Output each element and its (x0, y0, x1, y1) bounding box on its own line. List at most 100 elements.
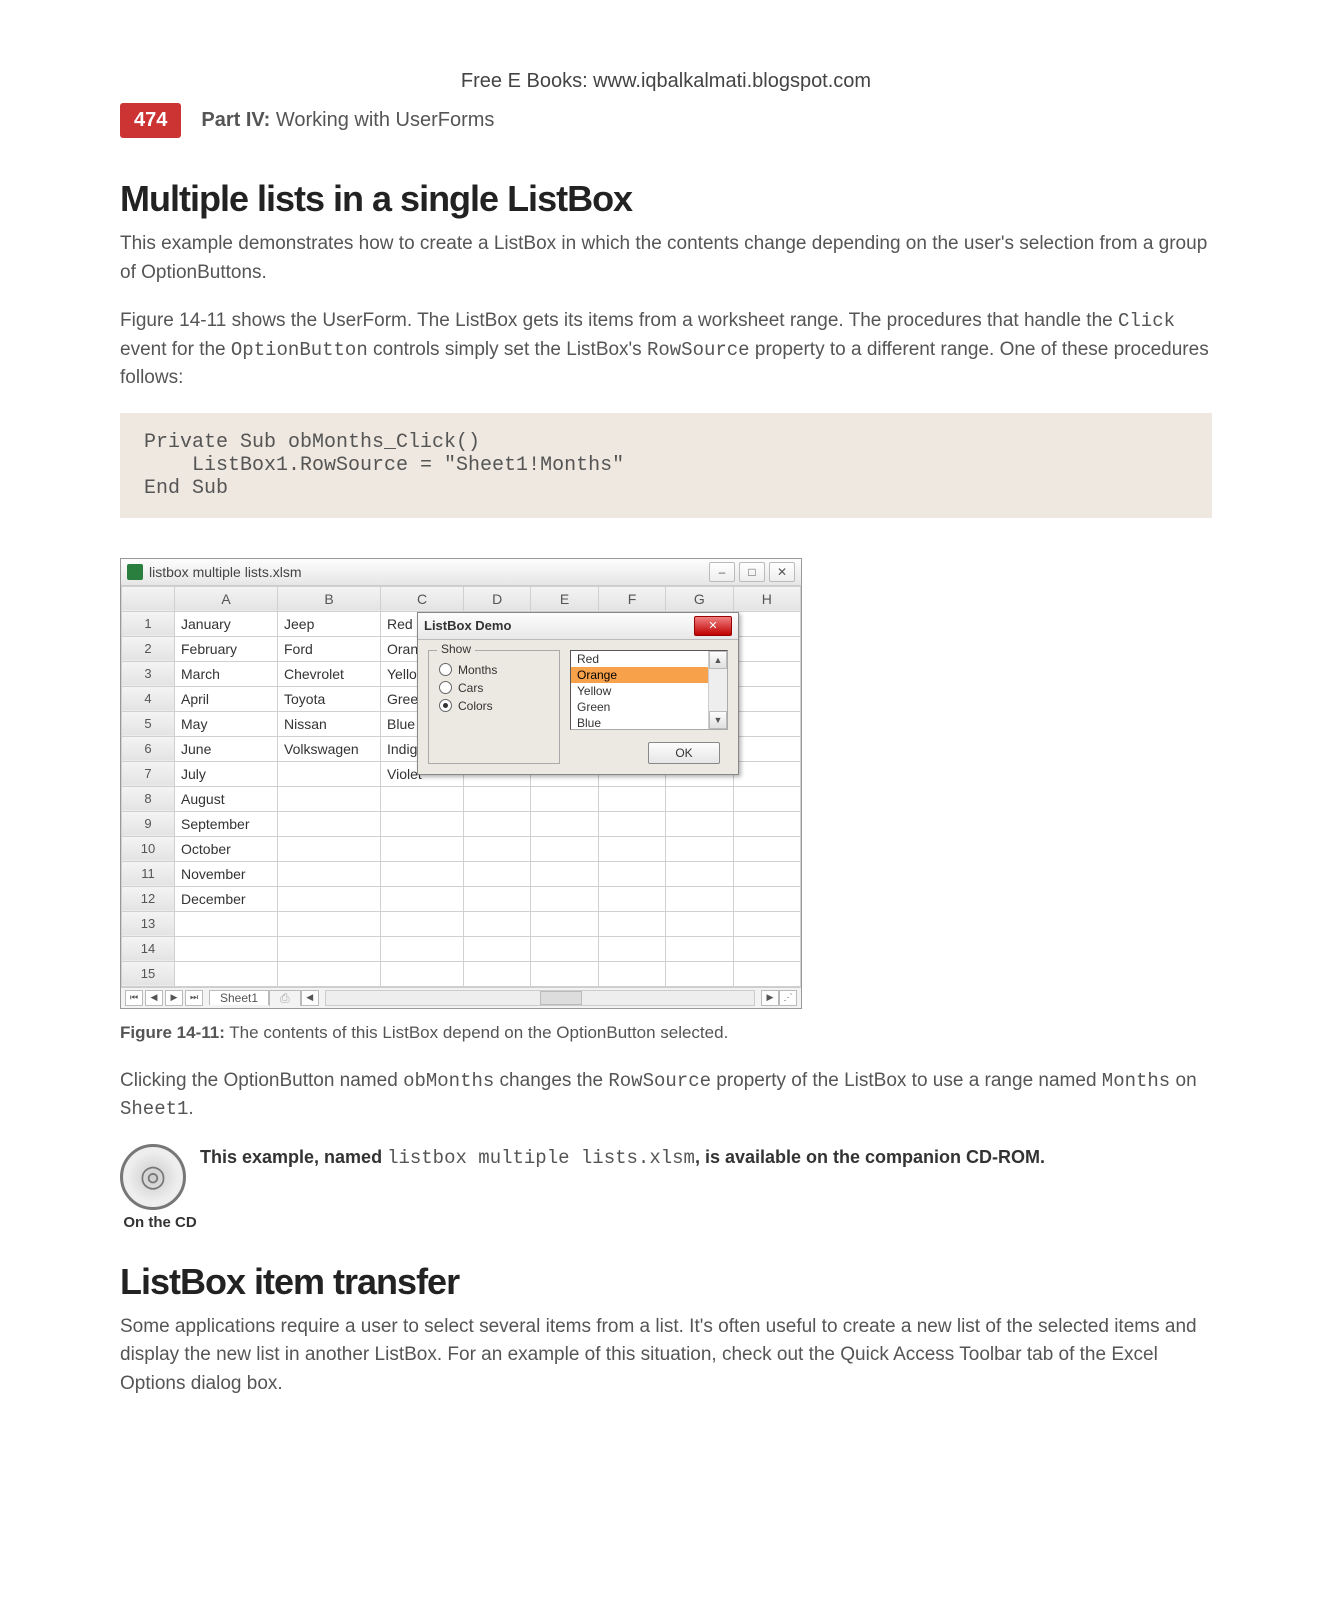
section-heading-item-transfer: ListBox item transfer (120, 1261, 1212, 1303)
radio-colors[interactable]: Colors (439, 699, 549, 713)
excel-titlebar[interactable]: listbox multiple lists.xlsm – □ ✕ (121, 559, 801, 586)
userform-titlebar[interactable]: ListBox Demo ✕ (418, 613, 738, 640)
row-header[interactable]: 10 (122, 836, 175, 861)
row-header[interactable]: 1 (122, 611, 175, 636)
excel-window: listbox multiple lists.xlsm – □ ✕ A B C … (120, 558, 802, 1009)
userform-close-button[interactable]: ✕ (694, 616, 732, 636)
sheet-tab[interactable]: Sheet1 (209, 990, 269, 1005)
row-header[interactable]: 14 (122, 936, 175, 961)
hscroll-left-icon[interactable]: ◀ (301, 990, 319, 1006)
excel-title: listbox multiple lists.xlsm (149, 564, 705, 580)
cell[interactable]: Nissan (278, 711, 381, 736)
figure-text: The contents of this ListBox depend on t… (229, 1023, 728, 1042)
code-click: Click (1118, 310, 1175, 332)
minimize-button[interactable]: – (709, 562, 735, 582)
nav-next-icon[interactable]: ▶ (165, 990, 183, 1006)
code-months: Months (1102, 1070, 1170, 1092)
listbox-scrollbar[interactable]: ▲ ▼ (708, 651, 727, 729)
scroll-down-icon[interactable]: ▼ (709, 711, 727, 729)
radio-months[interactable]: Months (439, 663, 549, 677)
list-item[interactable]: Blue (571, 715, 708, 729)
select-all-cell[interactable] (122, 586, 175, 611)
list-item[interactable]: Yellow (571, 683, 708, 699)
col-header[interactable]: H (733, 586, 800, 611)
nav-first-icon[interactable]: ⏮ (125, 990, 143, 1006)
col-header[interactable]: B (278, 586, 381, 611)
cell[interactable]: Chevrolet (278, 661, 381, 686)
row-header[interactable]: 9 (122, 811, 175, 836)
nav-last-icon[interactable]: ⏭ (185, 990, 203, 1006)
col-header[interactable]: F (598, 586, 665, 611)
sheet-nav[interactable]: ⏮ ◀ ▶ ⏭ (125, 990, 203, 1006)
cell[interactable]: October (175, 836, 278, 861)
list-item[interactable]: Red (571, 651, 708, 667)
ok-button[interactable]: OK (648, 742, 720, 764)
after-figure-para: Clicking the OptionButton named obMonths… (120, 1067, 1212, 1124)
cell[interactable]: December (175, 886, 278, 911)
p2-seg-b: event for the (120, 339, 231, 360)
part-text: Working with UserForms (276, 109, 495, 131)
hscroll-right-icon[interactable]: ▶ (761, 990, 779, 1006)
radio-label: Months (458, 663, 497, 677)
radio-icon (439, 681, 452, 694)
col-header[interactable]: E (531, 586, 598, 611)
col-header[interactable]: D (464, 586, 531, 611)
section-heading-multiple-lists: Multiple lists in a single ListBox (120, 178, 1212, 220)
list-item[interactable]: Green (571, 699, 708, 715)
row-header[interactable]: 11 (122, 861, 175, 886)
cell[interactable]: Toyota (278, 686, 381, 711)
radio-cars[interactable]: Cars (439, 681, 549, 695)
cell[interactable]: Volkswagen (278, 736, 381, 761)
cell[interactable]: June (175, 736, 278, 761)
radio-label: Colors (458, 699, 493, 713)
row-header[interactable]: 15 (122, 961, 175, 986)
cell[interactable]: Jeep (278, 611, 381, 636)
row-header[interactable]: 5 (122, 711, 175, 736)
cell[interactable]: May (175, 711, 278, 736)
cell[interactable] (278, 761, 381, 786)
col-header[interactable]: A (175, 586, 278, 611)
part-title: Part IV: Working with UserForms (201, 109, 494, 132)
col-header[interactable]: C (381, 586, 464, 611)
sheet-tab-new[interactable]: ⎙ (269, 990, 301, 1006)
cell[interactable]: February (175, 636, 278, 661)
row-header[interactable]: 13 (122, 911, 175, 936)
figure-label: Figure 14-11: (120, 1023, 225, 1042)
part-label: Part IV: (201, 109, 270, 131)
nav-prev-icon[interactable]: ◀ (145, 990, 163, 1006)
scroll-up-icon[interactable]: ▲ (709, 651, 727, 669)
on-the-cd-label: On the CD (120, 1214, 200, 1231)
code-sheet1: Sheet1 (120, 1098, 188, 1120)
close-button[interactable]: ✕ (769, 562, 795, 582)
cell[interactable] (733, 611, 800, 636)
cell[interactable]: November (175, 861, 278, 886)
cell[interactable]: Ford (278, 636, 381, 661)
cell[interactable]: August (175, 786, 278, 811)
cell[interactable]: March (175, 661, 278, 686)
af-e: . (188, 1098, 193, 1119)
page-number-badge: 474 (120, 103, 181, 138)
row-header[interactable]: 2 (122, 636, 175, 661)
row-header[interactable]: 4 (122, 686, 175, 711)
cell[interactable]: April (175, 686, 278, 711)
p2-seg-c: controls simply set the ListBox's (368, 339, 647, 360)
maximize-button[interactable]: □ (739, 562, 765, 582)
resize-grip-icon[interactable]: ⋰ (779, 990, 797, 1006)
listbox[interactable]: Red Orange Yellow Green Blue ▲ ▼ (570, 650, 728, 730)
section1-para2: Figure 14-11 shows the UserForm. The Lis… (120, 307, 1212, 393)
hscroll-track[interactable] (325, 990, 755, 1006)
row-header[interactable]: 7 (122, 761, 175, 786)
list-item[interactable]: Orange (571, 667, 708, 683)
row-header[interactable]: 12 (122, 886, 175, 911)
userform-dialog[interactable]: ListBox Demo ✕ Show Months C (417, 612, 739, 775)
cd-icon: ◎ (120, 1144, 186, 1210)
cell[interactable]: September (175, 811, 278, 836)
cell[interactable]: January (175, 611, 278, 636)
row-header[interactable]: 6 (122, 736, 175, 761)
code-optionbutton: OptionButton (231, 339, 368, 361)
row-header[interactable]: 8 (122, 786, 175, 811)
col-header[interactable]: G (666, 586, 733, 611)
hscroll-thumb[interactable] (540, 991, 582, 1005)
cell[interactable]: July (175, 761, 278, 786)
row-header[interactable]: 3 (122, 661, 175, 686)
